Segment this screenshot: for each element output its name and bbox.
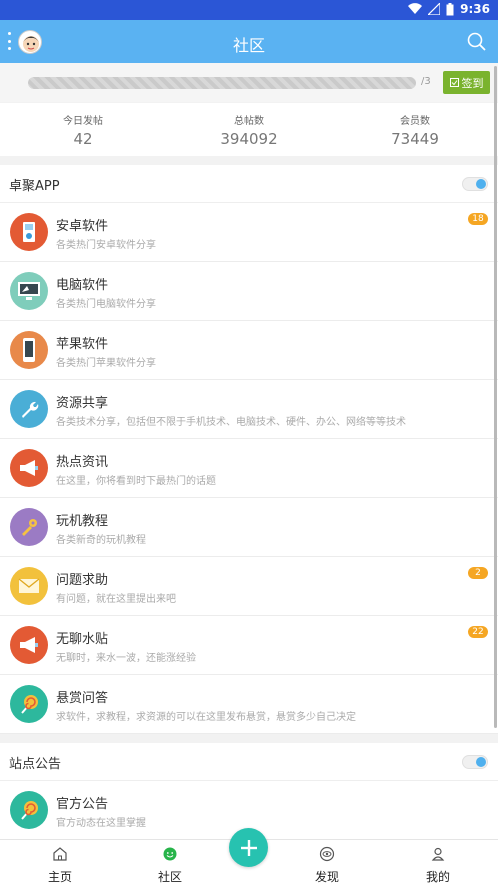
nav-label: 主页 (47, 870, 72, 884)
signin-button-label: 签到 (461, 76, 484, 90)
community-icon (163, 847, 177, 861)
forum-title: 悬赏问答 (56, 691, 109, 706)
forum-item[interactable]: 问题求助 有问题，就在这里提出来吧 2 (0, 557, 498, 616)
forum-description: 官方动态在这里掌握 (56, 818, 146, 829)
stat-value: 42 (73, 130, 93, 148)
stat-label: 今日发帖 (63, 116, 103, 127)
new-post-badge: 18 (468, 213, 488, 225)
forum-title: 电脑软件 (56, 278, 109, 293)
signin-button[interactable]: 签到 (443, 71, 490, 94)
new-post-button[interactable] (229, 828, 268, 867)
forum-title: 资源共享 (56, 396, 109, 411)
forum-item[interactable]: 热点资讯 在这里，你将看到时下最热门的话题 (0, 439, 498, 498)
envelope-icon (10, 567, 48, 605)
forum-item[interactable]: 安卓软件 各类热门安卓软件分享 18 (0, 203, 498, 262)
section-collapse-toggle[interactable] (462, 755, 488, 769)
nav-home[interactable]: 主页 (30, 846, 90, 885)
lollipop-icon (10, 791, 48, 829)
forum-item[interactable]: 悬赏问答 求软件，求教程，求资源的可以在这里发布悬赏，悬赏多少自己决定 (0, 675, 498, 734)
battery-icon (446, 2, 454, 15)
forum-description: 各类技术分享，包括但不限于手机技术、电脑技术、硬件、办公、网络等等技术 (56, 417, 406, 428)
wrench-icon (10, 390, 48, 428)
stat-today-posts: 今日发帖 42 (0, 103, 166, 156)
megaphone-icon (10, 449, 48, 487)
stat-value: 73449 (391, 130, 439, 148)
forum-title: 无聊水贴 (56, 632, 109, 647)
android-phone-icon (10, 213, 48, 251)
nav-label: 社区 (157, 870, 182, 884)
forum-item[interactable]: 苹果软件 各类热门苹果软件分享 (0, 321, 498, 380)
nav-discover[interactable]: 发现 (297, 846, 357, 885)
forum-item[interactable]: 资源共享 各类技术分享，包括但不限于手机技术、电脑技术、硬件、办公、网络等等技术 (0, 380, 498, 439)
page-title: 社区 (232, 36, 265, 55)
forum-description: 在这里，你将看到时下最热门的话题 (56, 476, 216, 487)
nav-community[interactable]: 社区 (140, 846, 200, 885)
checkbox-icon (449, 78, 459, 87)
app-header: 社区 (0, 20, 498, 63)
status-bar: 9:36 (0, 0, 498, 20)
forum-stats: 今日发帖 42 总帖数 394092 会员数 73449 (0, 103, 498, 156)
iphone-icon (10, 331, 48, 369)
section-header-app[interactable]: 卓聚APP (0, 165, 498, 203)
forum-description: 各类热门安卓软件分享 (56, 240, 156, 251)
stat-total-posts: 总帖数 394092 (166, 103, 332, 156)
signin-bar: /3 签到 (0, 63, 498, 102)
lollipop-icon (10, 685, 48, 723)
forum-description: 各类新奇的玩机教程 (56, 535, 146, 546)
section-collapse-toggle[interactable] (462, 177, 488, 191)
forum-description: 有问题，就在这里提出来吧 (56, 594, 176, 605)
tools-icon (10, 508, 48, 546)
forum-title: 问题求助 (56, 573, 109, 588)
new-post-badge: 2 (468, 567, 488, 579)
signal-icon (428, 3, 441, 15)
stat-label: 会员数 (400, 116, 430, 127)
monitor-icon (10, 272, 48, 310)
stat-members: 会员数 73449 (332, 103, 498, 156)
search-icon[interactable] (466, 31, 488, 53)
nav-label: 发现 (314, 870, 339, 884)
forum-item[interactable]: 电脑软件 各类热门电脑软件分享 (0, 262, 498, 321)
signin-count: /3 (421, 76, 431, 87)
forum-title: 玩机教程 (56, 514, 109, 529)
forum-title: 苹果软件 (56, 337, 109, 352)
new-post-badge: 22 (468, 626, 488, 638)
section-title: 站点公告 (9, 757, 62, 772)
wifi-icon (408, 3, 423, 15)
forum-title: 安卓软件 (56, 219, 109, 234)
status-time: 9:36 (460, 2, 490, 16)
home-icon (53, 847, 67, 861)
forum-description: 各类热门电脑软件分享 (56, 299, 156, 310)
forum-description: 求软件，求教程，求资源的可以在这里发布悬赏，悬赏多少自己决定 (56, 712, 356, 723)
section-title: 卓聚APP (9, 179, 60, 194)
section-header-notice[interactable]: 站点公告 (0, 743, 498, 781)
forum-title: 热点资讯 (56, 455, 109, 470)
nav-label: 我的 (425, 870, 450, 884)
user-icon (431, 847, 445, 861)
nav-mine[interactable]: 我的 (408, 846, 468, 885)
forum-item[interactable]: 无聊水贴 无聊时，来水一波，还能涨经验 22 (0, 616, 498, 675)
forum-description: 各类热门苹果软件分享 (56, 358, 156, 369)
megaphone-icon (10, 626, 48, 664)
scrollbar[interactable] (494, 66, 497, 728)
stat-label: 总帖数 (234, 116, 264, 127)
forum-title: 官方公告 (56, 797, 109, 812)
signin-progress (28, 77, 416, 89)
stat-value: 394092 (220, 130, 278, 148)
forum-description: 无聊时，来水一波，还能涨经验 (56, 653, 196, 664)
eye-icon (319, 846, 335, 862)
forum-item[interactable]: 玩机教程 各类新奇的玩机教程 (0, 498, 498, 557)
plus-icon (240, 839, 257, 856)
